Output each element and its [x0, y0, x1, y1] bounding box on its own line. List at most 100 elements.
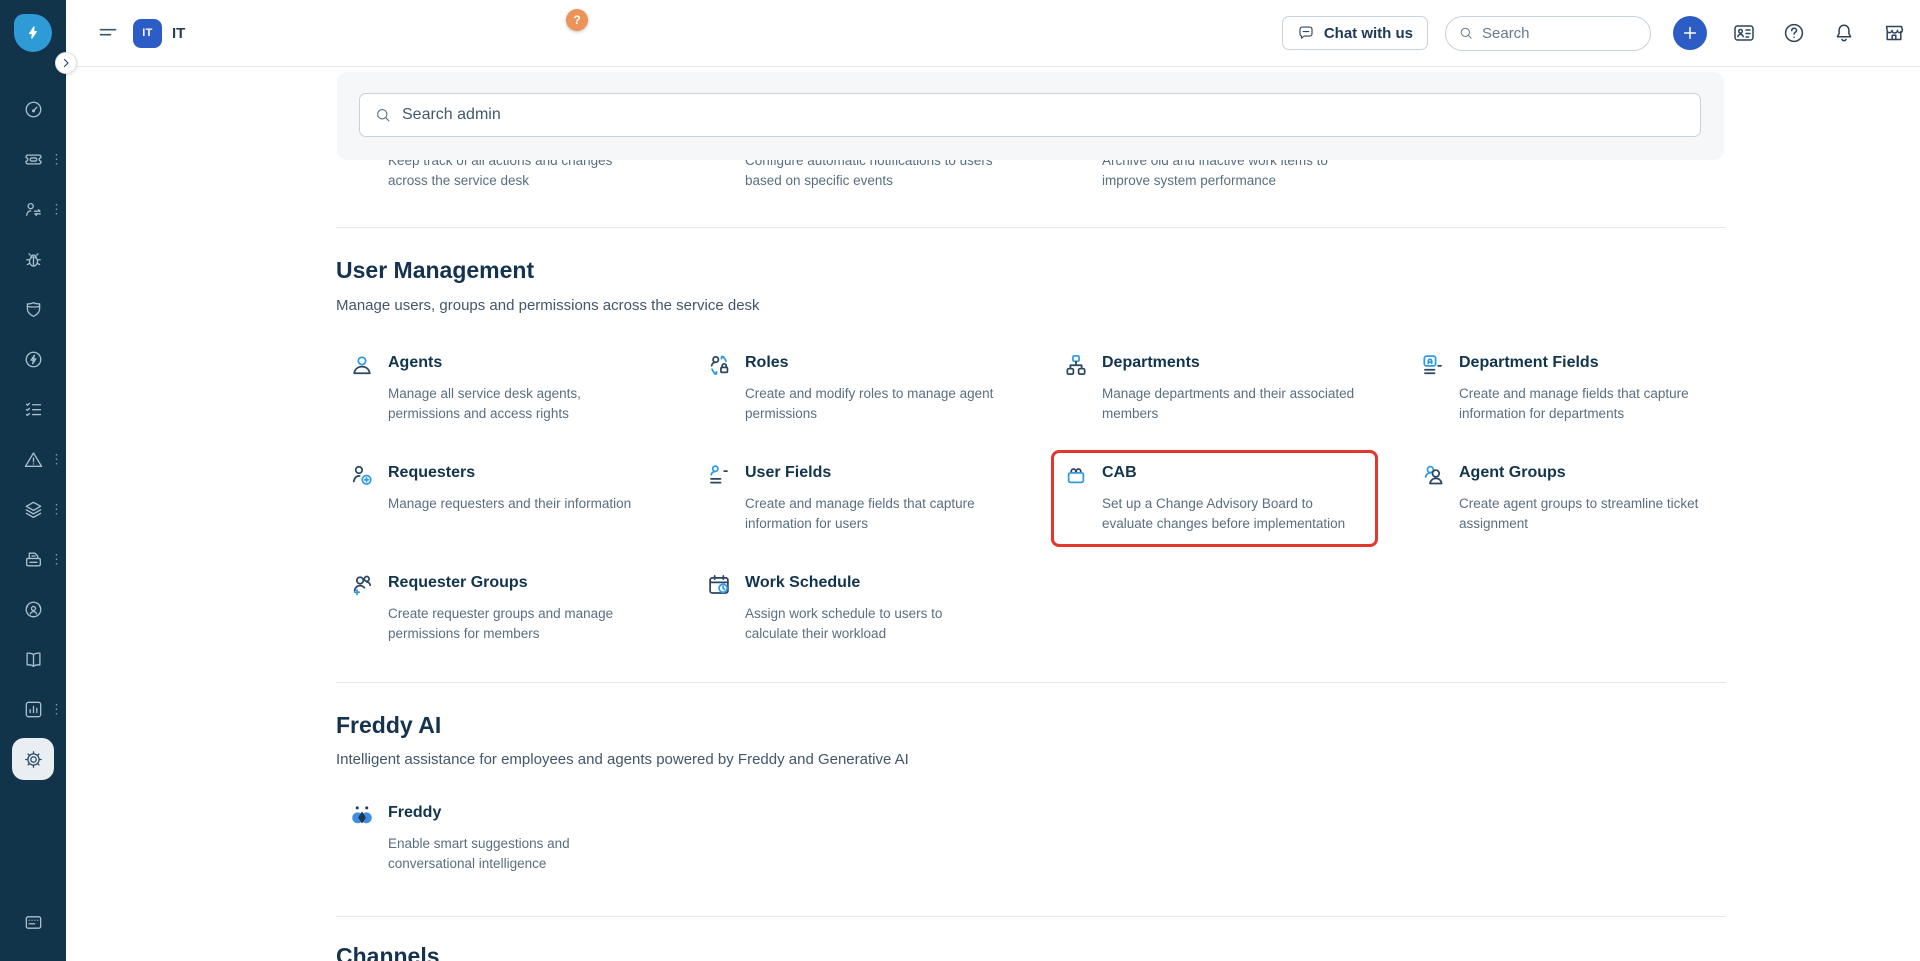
freddy-ai-grid: Freddy Enable smart suggestions and conv…	[336, 800, 1764, 910]
chevron-right-icon	[60, 57, 72, 69]
sidebar-item-tasks[interactable]	[0, 384, 66, 434]
card-agents[interactable]: Agents Manage all service desk agents, p…	[336, 350, 693, 460]
ticket-icon	[23, 149, 44, 170]
section-divider	[336, 227, 1726, 228]
sidebar-item-assets[interactable]: ⋮	[0, 484, 66, 534]
sidebar-item-sprints[interactable]	[0, 334, 66, 384]
dashboard-icon	[23, 99, 44, 120]
sidebar-item-alerts[interactable]: ⋮	[0, 434, 66, 484]
lightning-icon	[23, 23, 43, 43]
storefront-icon	[1882, 21, 1906, 45]
card-title: Work Schedule	[745, 570, 1050, 592]
requester-groups-icon	[349, 572, 375, 598]
card-title: Departments	[1102, 350, 1407, 372]
bell-icon	[1832, 21, 1856, 45]
section-subtitle-user-management: Manage users, groups and permissions acr…	[336, 297, 760, 314]
shield-icon	[23, 299, 44, 320]
card-agent-groups[interactable]: Agent Groups Create agent groups to stre…	[1407, 460, 1764, 570]
bug-icon	[23, 249, 44, 270]
quick-create-button[interactable]	[1673, 16, 1707, 50]
top-header: IT IT Chat with us	[66, 0, 1920, 67]
marketplace-button[interactable]	[1881, 20, 1907, 46]
card-desc: Manage requesters and their information	[388, 494, 688, 514]
sidebar-item-analytics[interactable]: ⋮	[0, 684, 66, 734]
card-desc: Assign work schedule to users to calcula…	[745, 604, 1045, 644]
directory-button[interactable]	[1731, 20, 1757, 46]
card-cab[interactable]: CAB Set up a Change Advisory Board to ev…	[1050, 460, 1407, 570]
selected-item-tile	[12, 738, 54, 780]
agents-icon	[349, 352, 375, 378]
search-icon	[374, 106, 392, 124]
layers-icon	[23, 499, 44, 520]
department-fields-icon	[1420, 352, 1446, 378]
book-icon	[23, 649, 44, 670]
card-freddy[interactable]: Freddy Enable smart suggestions and conv…	[336, 800, 693, 910]
bar-chart-icon	[23, 699, 44, 720]
card-title: Agents	[388, 350, 693, 372]
card-requester-groups[interactable]: Requester Groups Create requester groups…	[336, 570, 693, 680]
sidebar-expand-button[interactable]	[55, 52, 77, 74]
sidebar-item-dashboard[interactable]	[0, 84, 66, 134]
card-departments[interactable]: Departments Manage departments and their…	[1050, 350, 1407, 460]
section-divider	[336, 916, 1726, 917]
card-desc: Enable smart suggestions and conversatio…	[388, 834, 688, 874]
admin-search-panel	[337, 72, 1724, 160]
alert-triangle-icon	[23, 449, 44, 470]
sidebar-item-changes[interactable]: ⋮	[0, 184, 66, 234]
admin-settings-page: Keep track of all actions and changes ac…	[66, 67, 1920, 961]
sidebar-item-switcher[interactable]	[0, 897, 66, 947]
cab-icon	[1063, 462, 1089, 488]
overflow-menu-icon[interactable]: ⋮	[50, 203, 63, 216]
card-user-fields[interactable]: User Fields Create and manage fields tha…	[693, 460, 1050, 570]
card-desc: Create and manage fields that capture in…	[1459, 384, 1759, 424]
roles-icon	[706, 352, 732, 378]
card-desc: Create and manage fields that capture in…	[745, 494, 1045, 534]
card-title: Roles	[745, 350, 1050, 372]
menu-icon[interactable]	[98, 23, 118, 43]
admin-search-box	[359, 93, 1701, 137]
app-logo[interactable]	[14, 14, 52, 52]
departments-icon	[1063, 352, 1089, 378]
help-beacon[interactable]: ?	[566, 9, 588, 31]
card-title: Freddy	[388, 800, 693, 822]
overflow-menu-icon[interactable]: ⋮	[50, 453, 63, 466]
sidebar-item-tickets[interactable]: ⋮	[0, 134, 66, 184]
workspace-label: IT	[172, 25, 185, 42]
section-subtitle-freddy-ai: Intelligent assistance for employees and…	[336, 751, 909, 768]
workspace-badge[interactable]: IT	[133, 19, 162, 48]
freddy-icon	[349, 802, 375, 828]
sidebar-item-problems[interactable]	[0, 234, 66, 284]
contact-card-icon	[1732, 21, 1756, 45]
notifications-button[interactable]	[1831, 20, 1857, 46]
sidebar-item-contracts[interactable]: ⋮	[0, 534, 66, 584]
card-title: Requester Groups	[388, 570, 693, 592]
overflow-menu-icon[interactable]: ⋮	[50, 703, 63, 716]
help-button[interactable]	[1781, 20, 1807, 46]
card-desc: Create and modify roles to manage agent …	[745, 384, 1045, 424]
chat-with-us-button[interactable]: Chat with us	[1282, 16, 1428, 50]
sidebar-item-releases[interactable]	[0, 284, 66, 334]
overflow-menu-icon[interactable]: ⋮	[50, 153, 63, 166]
user-management-grid: Agents Manage all service desk agents, p…	[336, 350, 1764, 680]
help-circle-icon	[1782, 21, 1806, 45]
section-title-freddy-ai: Freddy AI	[336, 712, 441, 739]
card-desc: Create agent groups to streamline ticket…	[1459, 494, 1759, 534]
card-title: CAB	[1102, 460, 1407, 482]
sidebar-item-knowledge-base[interactable]	[0, 634, 66, 684]
overflow-menu-icon[interactable]: ⋮	[50, 553, 63, 566]
card-work-schedule[interactable]: Work Schedule Assign work schedule to us…	[693, 570, 1050, 680]
sidebar-item-admin-settings[interactable]	[0, 734, 66, 784]
sidebar-nav: ⋮ ⋮ ⋮ ⋮ ⋮	[0, 84, 66, 784]
card-requesters[interactable]: Requesters Manage requesters and their i…	[336, 460, 693, 570]
card-department-fields[interactable]: Department Fields Create and manage fiel…	[1407, 350, 1764, 460]
card-roles[interactable]: Roles Create and modify roles to manage …	[693, 350, 1050, 460]
work-schedule-icon	[706, 572, 732, 598]
gear-icon	[23, 749, 44, 770]
global-search-input[interactable]	[1482, 25, 1638, 42]
section-title-channels: Channels	[336, 943, 440, 961]
overflow-menu-icon[interactable]: ⋮	[50, 503, 63, 516]
chat-bubble-icon	[1297, 24, 1315, 42]
user-sync-icon	[23, 199, 44, 220]
sidebar-item-services[interactable]	[0, 584, 66, 634]
admin-search-input[interactable]	[402, 106, 1686, 124]
